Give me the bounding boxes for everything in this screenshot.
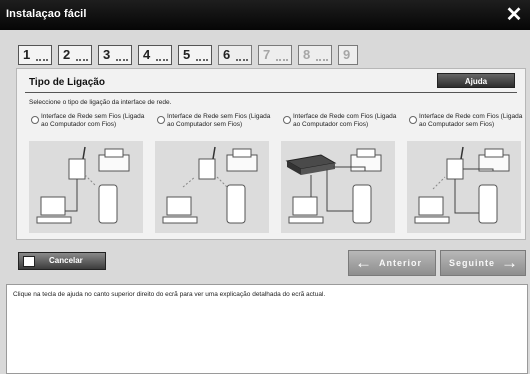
router-icon xyxy=(68,146,86,180)
option-label: Interface de Rede sem Fios (Ligada ao Co… xyxy=(167,113,271,128)
title-bar: Instalaçao fácil ✕ xyxy=(0,0,530,30)
step-3: 3 xyxy=(98,45,132,65)
close-icon[interactable]: ✕ xyxy=(504,4,524,26)
step-8: 8 xyxy=(298,45,332,65)
tower-icon xyxy=(98,184,118,224)
computer-icon xyxy=(162,196,198,224)
printer-icon xyxy=(98,148,130,172)
tower-icon xyxy=(226,184,246,224)
step-1: 1 xyxy=(18,45,52,65)
printer-icon xyxy=(350,148,382,172)
step-6: 6 xyxy=(218,45,252,65)
cancel-label: Cancelar xyxy=(49,256,83,265)
connection-type-panel: Tipo de Ligação Ajuda Seleccione o tipo … xyxy=(16,68,526,240)
cancel-button[interactable]: Cancelar xyxy=(18,252,106,270)
step-5: 5 xyxy=(178,45,212,65)
checkbox-icon xyxy=(23,256,35,267)
tower-icon xyxy=(352,184,372,224)
radio-button[interactable] xyxy=(283,116,291,124)
window-title: Instalaçao fácil xyxy=(6,8,87,20)
radio-button[interactable] xyxy=(157,116,165,124)
computer-icon xyxy=(414,196,450,224)
tower-icon xyxy=(478,184,498,224)
hub-icon xyxy=(285,154,337,175)
help-text: Clique na tecla de ajuda no canto superi… xyxy=(13,291,326,298)
instruction-text: Seleccione o tipo de ligação da interfac… xyxy=(29,99,172,106)
wireless-router-wired-pc-illustration xyxy=(29,141,143,233)
divider xyxy=(25,92,517,93)
help-description-box: Clique na tecla de ajuda no canto superi… xyxy=(6,284,528,374)
option-label: Interface de Rede sem Fios (Ligada ao Co… xyxy=(41,113,145,128)
access-point-icon xyxy=(446,146,464,180)
previous-button[interactable]: ← Anterior xyxy=(348,250,436,276)
option-label: Interface de Rede com Fios (Ligada ao Co… xyxy=(419,113,523,128)
step-9: 9 xyxy=(338,45,358,65)
setup-window: Instalaçao fácil ✕ 1 2 3 4 5 6 7 8 9 Tip… xyxy=(0,0,530,374)
wired-hub-wired-pc-illustration xyxy=(281,141,395,233)
step-4: 4 xyxy=(138,45,172,65)
previous-label: Anterior xyxy=(379,258,423,268)
printer-icon xyxy=(478,148,510,172)
arrow-right-icon: → xyxy=(501,253,519,272)
wireless-router-wireless-pc-illustration xyxy=(155,141,269,233)
radio-button[interactable] xyxy=(31,116,39,124)
radio-button[interactable] xyxy=(409,116,417,124)
computer-icon xyxy=(36,196,72,224)
router-icon xyxy=(198,146,216,180)
panel-title: Tipo de Ligação xyxy=(29,77,105,88)
printer-icon xyxy=(226,148,258,172)
arrow-left-icon: ← xyxy=(355,253,373,272)
navigation-bar: Cancelar ← Anterior Seguinte → xyxy=(16,250,526,276)
next-label: Seguinte xyxy=(449,258,496,268)
step-7: 7 xyxy=(258,45,292,65)
computer-icon xyxy=(288,196,324,224)
wireless-ap-wireless-pc-illustration xyxy=(407,141,521,233)
next-button[interactable]: Seguinte → xyxy=(440,250,526,276)
step-2: 2 xyxy=(58,45,92,65)
option-label: Interface de Rede com Fios (Ligada ao Co… xyxy=(293,113,397,128)
help-button[interactable]: Ajuda xyxy=(437,73,515,88)
